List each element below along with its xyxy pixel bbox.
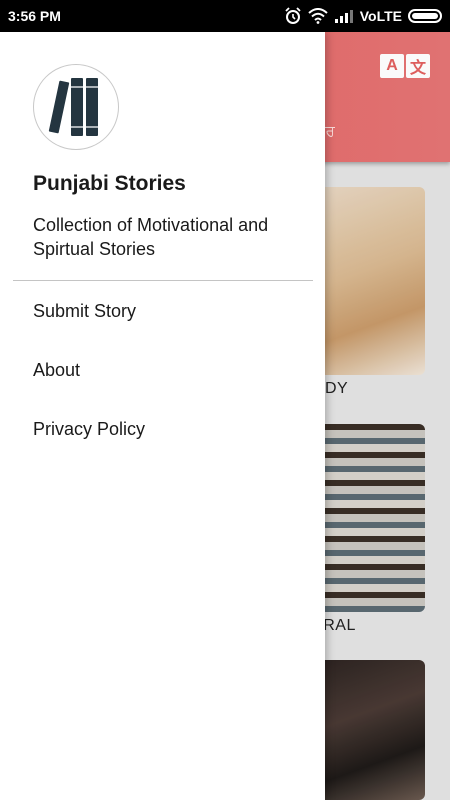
- books-icon: [48, 78, 98, 136]
- translate-glyph-a: A: [380, 54, 404, 78]
- battery-icon: [408, 9, 442, 23]
- translate-button[interactable]: A 文: [380, 54, 430, 80]
- menu-item-label: Privacy Policy: [33, 418, 146, 439]
- menu-item-submit-story[interactable]: Submit Story: [0, 286, 325, 336]
- status-time: 3:56 PM: [8, 8, 61, 24]
- menu-item-label: Submit Story: [33, 300, 137, 321]
- menu-item-about[interactable]: About: [0, 345, 325, 395]
- navigation-drawer: Punjabi Stories Collection of Motivation…: [0, 32, 325, 800]
- drawer-divider: [13, 280, 313, 281]
- status-bar: 3:56 PM VoLTE: [0, 0, 450, 32]
- alarm-icon: [285, 7, 301, 24]
- translate-glyph-zh: 文: [406, 54, 430, 78]
- wifi-icon: [308, 8, 328, 24]
- drawer-title: Punjabi Stories: [33, 172, 186, 195]
- category-card-image[interactable]: [310, 187, 425, 375]
- drawer-subtitle: Collection of Motivational and Spirtual …: [33, 215, 269, 259]
- category-card-image[interactable]: [310, 660, 425, 800]
- category-card-image[interactable]: [310, 424, 425, 612]
- menu-item-label: About: [33, 359, 81, 380]
- menu-item-privacy-policy[interactable]: Privacy Policy: [0, 404, 325, 454]
- network-type: VoLTE: [359, 8, 402, 24]
- app-logo: [33, 64, 119, 150]
- status-icons: VoLTE: [284, 7, 442, 25]
- signal-icon: [334, 10, 353, 23]
